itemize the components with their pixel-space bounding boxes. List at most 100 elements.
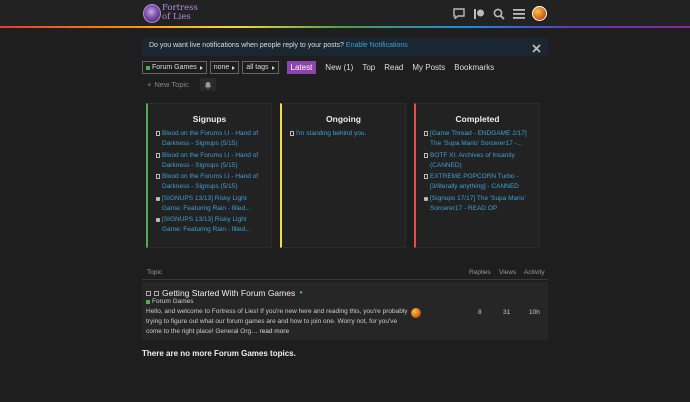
poster-avatar[interactable] <box>411 308 421 318</box>
column-header-replies[interactable]: Replies <box>469 269 491 276</box>
topic-excerpt: Hello, and welcome to Fortress of Lies! … <box>146 307 408 337</box>
category-label: Forum Games <box>152 64 197 71</box>
topic-category-label: Forum Games <box>152 298 194 305</box>
list-item[interactable]: I'm standing behind you. <box>290 129 399 139</box>
list-item-link[interactable]: Blood on the Forums I.I - Hand of Darkne… <box>162 173 258 190</box>
site-logo[interactable]: Fortress of Lies <box>143 3 198 24</box>
site-header: Fortress of Lies <box>0 0 690 26</box>
pin-icon <box>156 152 160 158</box>
replies-count: 8 <box>478 309 482 316</box>
list-item-link[interactable]: Blood on the Forums I.I - Hand of Darkne… <box>162 152 258 169</box>
read-more-link[interactable]: read more <box>259 328 289 335</box>
pin-icon <box>424 174 428 179</box>
pin-icon <box>290 131 294 136</box>
column-list: [Game Thread - ENDGAME 2/17] The 'Supa M… <box>424 129 533 215</box>
navigation-bar: Forum Games none all tags Latest New (1)… <box>142 61 548 74</box>
list-item-link[interactable]: [Game Thread - ENDGAME 2/17] The 'Supa M… <box>430 130 527 147</box>
category-color-icon <box>146 299 150 304</box>
category-boxes: Signups Blood on the Forums I.I - Hand o… <box>146 103 540 248</box>
list-item[interactable]: Blood on the Forums I.I - Hand of Darkne… <box>156 129 265 149</box>
pin-icon <box>156 131 160 136</box>
tags-label: all tags <box>246 64 269 71</box>
column-completed: Completed [Game Thread - ENDGAME 2/17] T… <box>414 103 540 248</box>
enable-notifications-link[interactable]: Enable Notifications <box>346 42 408 49</box>
category-color-icon <box>146 65 150 70</box>
topic-title[interactable]: Getting Started With Forum Games ● <box>146 288 303 298</box>
list-item-link[interactable]: [SIGNUPS 13/13] Risky Light Game: Featur… <box>162 195 251 212</box>
hamburger-menu-icon[interactable] <box>512 7 526 21</box>
tab-top[interactable]: Top <box>362 63 375 72</box>
new-topic-button[interactable]: + New Topic <box>142 78 194 91</box>
list-item-link[interactable]: Blood on the Forums I.I - Hand of Darkne… <box>162 130 258 147</box>
category-dropdown[interactable]: Forum Games <box>142 61 207 74</box>
notification-level-button[interactable] <box>199 78 216 91</box>
chat-icon[interactable] <box>452 7 466 21</box>
topic-actions: + New Topic <box>142 78 216 91</box>
lock-icon <box>146 290 151 296</box>
column-header-topic[interactable]: Topic <box>147 269 162 276</box>
caret-right-icon <box>232 65 236 70</box>
list-item[interactable]: [Game Thread - ENDGAME 2/17] The 'Supa M… <box>424 129 533 149</box>
caret-right-icon <box>271 65 275 70</box>
list-item[interactable]: BOTF XI: Archives of Insanity (CANNED) <box>424 151 533 171</box>
header-icons <box>452 6 547 21</box>
topic-table-header: Topic Replies Views Activity <box>142 266 548 280</box>
tags-dropdown[interactable]: all tags <box>242 61 279 74</box>
list-item-link[interactable]: [SIGNUPS 13/13] Risky Light Game: Featur… <box>162 216 251 233</box>
notification-banner: Do you want live notifications when peop… <box>142 38 548 56</box>
close-icon[interactable] <box>531 41 542 53</box>
column-signups: Signups Blood on the Forums I.I - Hand o… <box>146 103 272 248</box>
pin-icon <box>154 290 159 296</box>
column-list: Blood on the Forums I.I - Hand of Darkne… <box>156 129 265 237</box>
lock-icon <box>156 218 160 222</box>
caret-right-icon <box>199 65 203 70</box>
new-topic-label: New Topic <box>154 80 189 89</box>
list-item-link[interactable]: BOTF XI: Archives of Insanity (CANNED) <box>430 152 515 169</box>
tab-latest[interactable]: Latest <box>286 61 317 74</box>
column-list: I'm standing behind you. <box>290 129 399 141</box>
tab-my-posts[interactable]: My Posts <box>412 63 445 72</box>
activity-time[interactable]: 10h <box>529 309 540 316</box>
topic-category[interactable]: Forum Games <box>146 298 194 305</box>
list-item[interactable]: [Signups 17/17] The 'Supa Mario' Sorcere… <box>424 194 533 214</box>
tab-bookmarks[interactable]: Bookmarks <box>454 63 494 72</box>
pin-icon <box>424 152 428 158</box>
banner-message: Do you want live notifications when peop… <box>149 42 344 49</box>
tab-read[interactable]: Read <box>384 63 403 72</box>
list-item-link[interactable]: [Signups 17/17] The 'Supa Mario' Sorcere… <box>430 195 526 212</box>
list-item[interactable]: [SIGNUPS 13/13] Risky Light Game: Featur… <box>156 215 265 235</box>
column-title: Signups <box>192 114 227 124</box>
user-avatar[interactable] <box>532 6 547 21</box>
table-row[interactable]: Getting Started With Forum Games ● Forum… <box>142 282 548 340</box>
views-count: 31 <box>503 309 511 316</box>
column-ongoing: Ongoing I'm standing behind you. <box>280 103 406 248</box>
pin-icon <box>424 131 428 136</box>
no-more-topics-message: There are no more Forum Games topics. <box>142 349 296 358</box>
column-header-activity[interactable]: Activity <box>524 269 545 276</box>
list-item[interactable]: Blood on the Forums I.I - Hand of Darkne… <box>156 151 265 171</box>
topic-title-text[interactable]: Getting Started With Forum Games <box>162 288 295 298</box>
subcategory-dropdown[interactable]: none <box>209 61 240 74</box>
tab-new[interactable]: New (1) <box>325 63 353 72</box>
lock-icon <box>424 196 428 201</box>
column-header-views[interactable]: Views <box>499 269 516 276</box>
subcategory-label: none <box>213 64 230 71</box>
bell-icon <box>204 81 211 89</box>
logo-emblem-icon <box>143 4 161 23</box>
lock-icon <box>156 196 160 201</box>
banner-text: Do you want live notifications when peop… <box>149 42 408 49</box>
column-title: Completed <box>455 114 500 124</box>
list-item-link[interactable]: EXTREME POPCORN Turbo - [3/literally any… <box>430 173 519 190</box>
list-item[interactable]: EXTREME POPCORN Turbo - [3/literally any… <box>424 172 533 192</box>
column-title: Ongoing <box>326 114 361 124</box>
list-item[interactable]: [SIGNUPS 13/13] Risky Light Game: Featur… <box>156 194 265 214</box>
search-icon[interactable] <box>492 7 506 21</box>
list-item-link[interactable]: I'm standing behind you. <box>296 130 366 137</box>
list-item[interactable]: Blood on the Forums I.I - Hand of Darkne… <box>156 172 265 192</box>
unread-indicator-icon: ● <box>299 290 303 296</box>
pin-icon <box>156 174 160 179</box>
header-rainbow-divider <box>0 26 690 28</box>
patreon-icon[interactable] <box>472 7 486 21</box>
logo-text: Fortress of Lies <box>162 3 198 22</box>
plus-icon: + <box>147 80 152 89</box>
